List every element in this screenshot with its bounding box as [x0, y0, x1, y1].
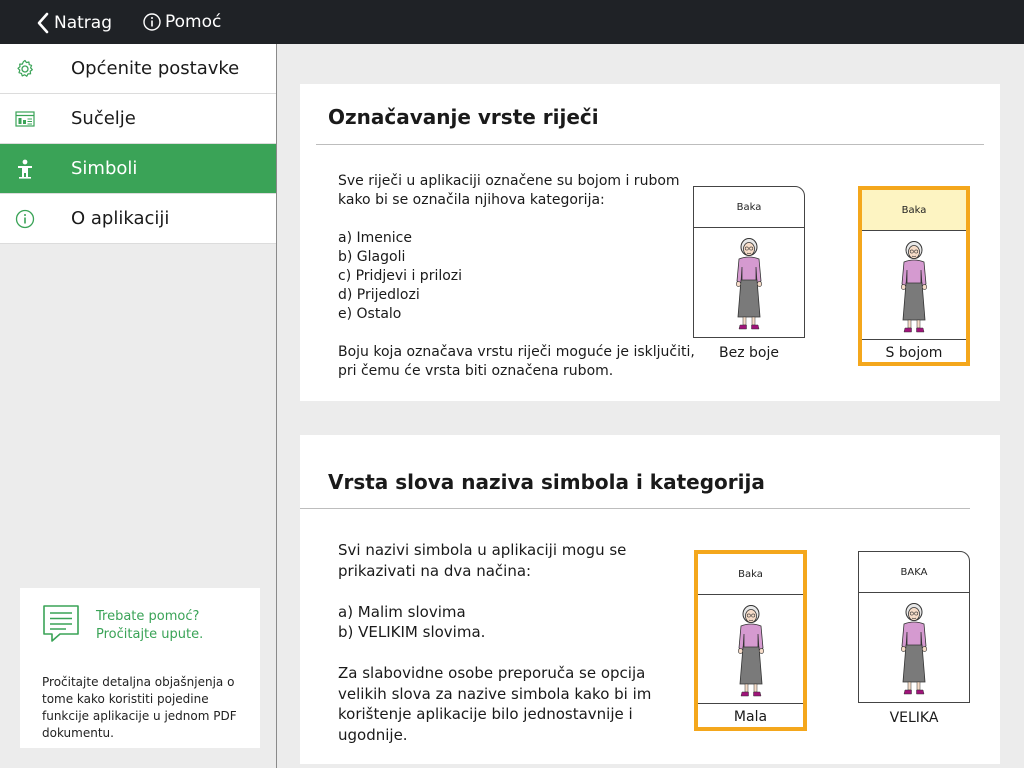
section-description: Svi nazivi simbola u aplikaciji mogu se … — [338, 541, 652, 744]
help-button[interactable]: Pomoć — [143, 12, 221, 32]
sidebar-item-interface[interactable]: Sučelje — [0, 94, 276, 144]
divider — [316, 144, 984, 145]
word-type-marking-card: Označavanje vrste riječi Sve riječi u ap… — [300, 84, 1000, 401]
grandmother-figure-icon — [737, 605, 764, 697]
sidebar-item-label: O aplikaciji — [71, 208, 170, 229]
option-caption: VELIKA — [889, 710, 939, 726]
info-icon — [143, 13, 161, 31]
back-label: Natrag — [54, 13, 112, 33]
divider — [300, 508, 970, 509]
grandmother-figure-icon — [901, 603, 927, 695]
help-card-title: Trebate pomoć? Pročitajte upute. — [96, 609, 204, 642]
font-case-card: Vrsta slova naziva simbola i kategorija … — [300, 435, 1000, 764]
option-caption: S bojom — [885, 345, 943, 361]
section-title: Označavanje vrste riječi — [328, 105, 599, 129]
symbol-name: BAKA — [859, 552, 969, 593]
symbol-tile: BAKA — [858, 551, 970, 703]
layout-icon — [14, 108, 36, 130]
top-bar: Natrag Pomoć — [0, 0, 1024, 44]
help-card[interactable]: Trebate pomoć? Pročitajte upute. Pročita… — [20, 588, 260, 748]
info-icon — [14, 208, 36, 230]
option-with-color[interactable]: Baka S bojom — [858, 186, 970, 366]
help-card-description: Pročitajte detaljna objašnjenja o tome k… — [42, 675, 237, 740]
sidebar: Općenite postavke Sučelje Simboli O apli… — [0, 44, 277, 768]
option-uppercase[interactable]: BAKA — [858, 551, 970, 703]
option-caption: Bez boje — [719, 345, 779, 361]
symbol-name: Baka — [862, 190, 966, 231]
sidebar-item-label: Simboli — [71, 158, 138, 179]
symbol-tile: Baka — [693, 186, 805, 338]
symbol-name: Baka — [698, 554, 803, 595]
chevron-left-icon — [37, 12, 49, 34]
grandmother-figure-icon — [736, 238, 762, 330]
option-caption: Mala — [733, 709, 768, 725]
option-lowercase[interactable]: Baka Mala — [694, 550, 807, 731]
grandmother-figure-icon — [901, 241, 927, 333]
symbol-figure-icon — [14, 158, 36, 180]
symbol-tile: Baka — [698, 554, 803, 704]
sidebar-item-general-settings[interactable]: Općenite postavke — [0, 44, 276, 94]
sidebar-item-about[interactable]: O aplikaciji — [0, 194, 276, 244]
message-document-icon — [43, 605, 79, 642]
section-title: Vrsta slova naziva simbola i kategorija — [328, 470, 765, 494]
back-button[interactable]: Natrag — [36, 12, 112, 34]
help-label: Pomoć — [165, 12, 222, 32]
sidebar-item-label: Općenite postavke — [71, 58, 240, 79]
section-description: Sve riječi u aplikaciji označene su bojo… — [338, 173, 695, 379]
symbol-name: Baka — [694, 187, 804, 228]
settings-menu: Općenite postavke Sučelje Simboli O apli… — [0, 44, 276, 244]
gear-icon — [14, 58, 36, 80]
sidebar-item-symbols[interactable]: Simboli — [0, 144, 276, 194]
option-no-color[interactable]: Baka — [693, 186, 805, 338]
sidebar-item-label: Sučelje — [71, 108, 136, 129]
symbol-tile: Baka — [862, 190, 966, 340]
